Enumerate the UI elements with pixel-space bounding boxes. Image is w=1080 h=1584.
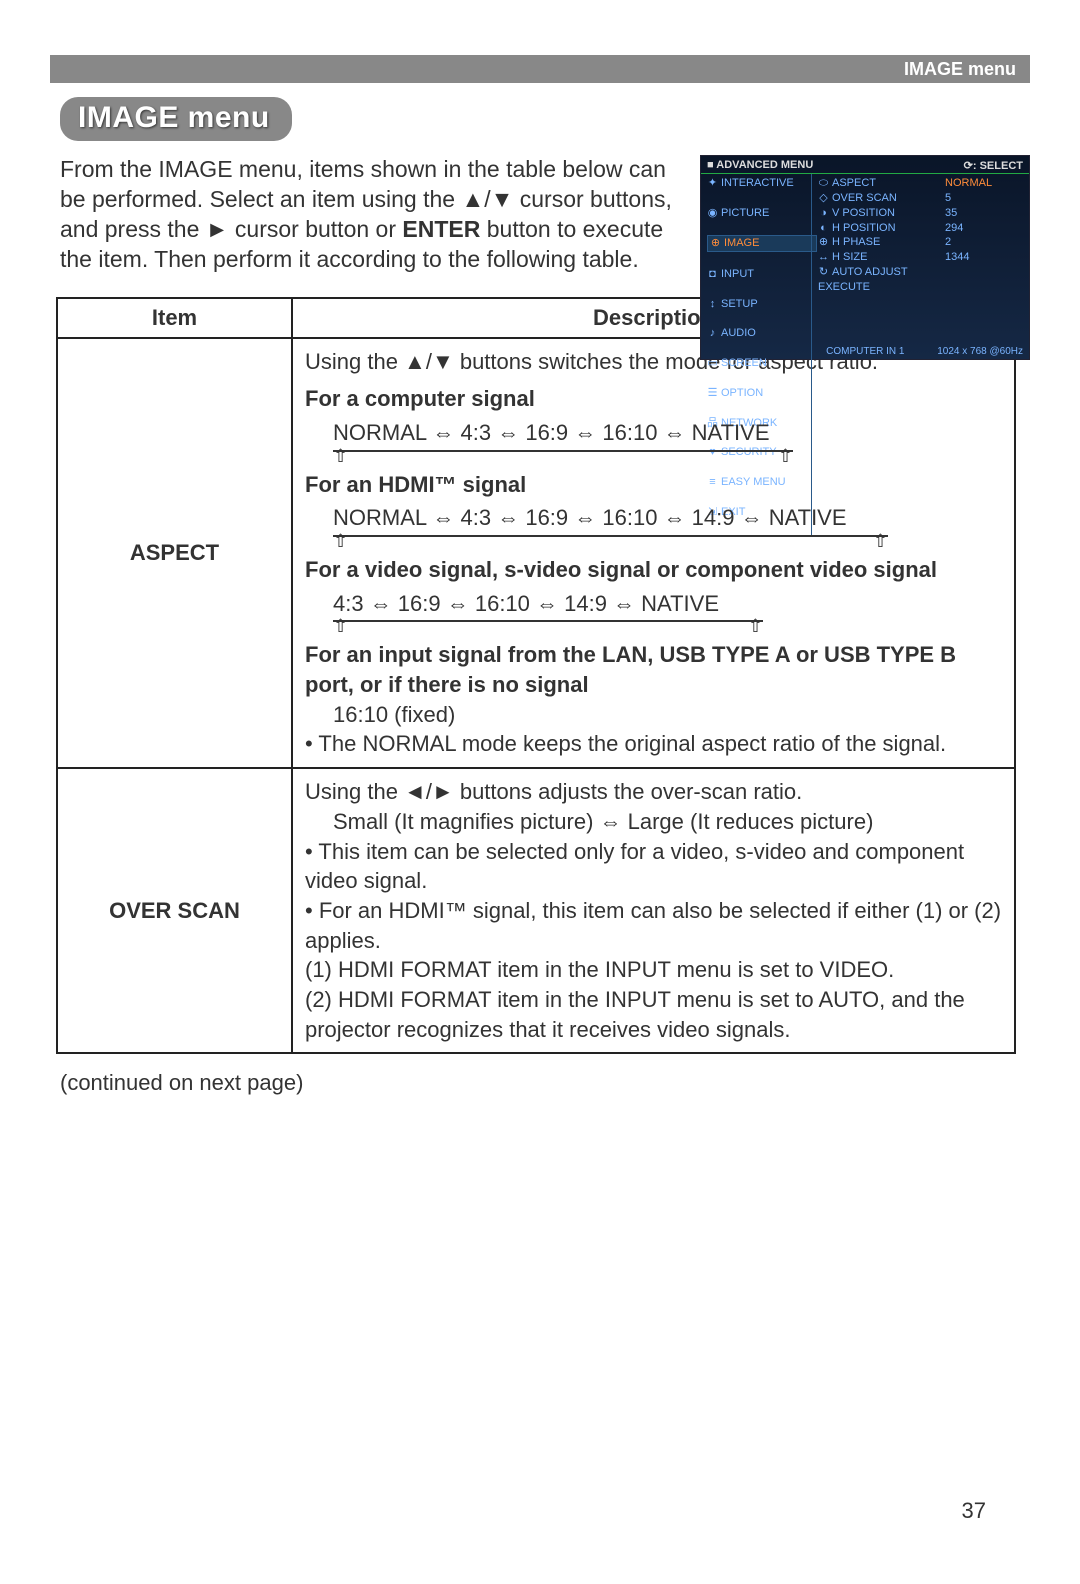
overscan-b1: • This item can be selected only for a v…: [305, 837, 1002, 896]
intro-block: From the IMAGE menu, items shown in the …: [60, 155, 1030, 275]
aspect-h4: For an input signal from the LAN, USB TY…: [305, 640, 1002, 699]
overscan-b2: • For an HDMI™ signal, this item can als…: [305, 896, 1002, 955]
aspect-seq1: NORMAL ⇔ 4:3 ⇔ 16:9 ⇔ 16:10 ⇔ NATIVE: [333, 418, 793, 448]
overscan-s1: (1) HDMI FORMAT item in the INPUT menu i…: [305, 955, 1002, 985]
aspect-fixed: 16:10 (fixed): [305, 700, 1002, 730]
aspect-note: • The NORMAL mode keeps the original asp…: [305, 729, 1002, 759]
header-breadcrumb: IMAGE menu: [904, 59, 1016, 79]
osd-titlebar: ■ ADVANCED MENU ⟳: SELECT: [701, 156, 1029, 174]
section-pill: IMAGE menu: [60, 97, 292, 141]
osd-select-hint: ⟳: SELECT: [964, 159, 1023, 172]
aspect-h3: For a video signal, s-video signal or co…: [305, 555, 1002, 585]
overscan-line2: Small (It magnifies picture) ⇔ Large (It…: [305, 807, 1002, 837]
osd-menu-left: ✦INTERACTIVE◉PICTURE⊕IMAGE◘INPUT↕SETUP♪A…: [701, 174, 811, 536]
section-title: IMAGE menu: [78, 101, 270, 134]
osd-screenshot: ■ ADVANCED MENU ⟳: SELECT ✦INTERACTIVE◉P…: [700, 155, 1030, 360]
osd-footer: COMPUTER IN 1 1024 x 768 @60Hz: [796, 346, 1023, 357]
osd-resolution: 1024 x 768 @60Hz: [937, 346, 1023, 357]
overscan-line1: Using the ◄/► buttons adjusts the over-s…: [305, 777, 1002, 807]
row-overscan-desc: Using the ◄/► buttons adjusts the over-s…: [292, 768, 1015, 1053]
overscan-s2: (2) HDMI FORMAT item in the INPUT menu i…: [305, 985, 1002, 1044]
continued-text: (continued on next page): [60, 1070, 1080, 1096]
aspect-seq3: 4:3 ⇔ 16:9 ⇔ 16:10 ⇔ 14:9 ⇔ NATIVE: [333, 589, 763, 619]
header-bar: IMAGE menu: [50, 55, 1030, 83]
col-item: Item: [57, 298, 292, 338]
aspect-seq2: NORMAL ⇔ 4:3 ⇔ 16:9 ⇔ 16:10 ⇔ 14:9 ⇔ NAT…: [333, 503, 888, 533]
page-number: 37: [962, 1498, 986, 1524]
osd-source: COMPUTER IN 1: [826, 346, 904, 357]
row-aspect-item: ASPECT: [57, 338, 292, 769]
row-overscan-item: OVER SCAN: [57, 768, 292, 1053]
osd-title: ■ ADVANCED MENU: [707, 159, 813, 172]
intro-text: From the IMAGE menu, items shown in the …: [60, 155, 690, 275]
